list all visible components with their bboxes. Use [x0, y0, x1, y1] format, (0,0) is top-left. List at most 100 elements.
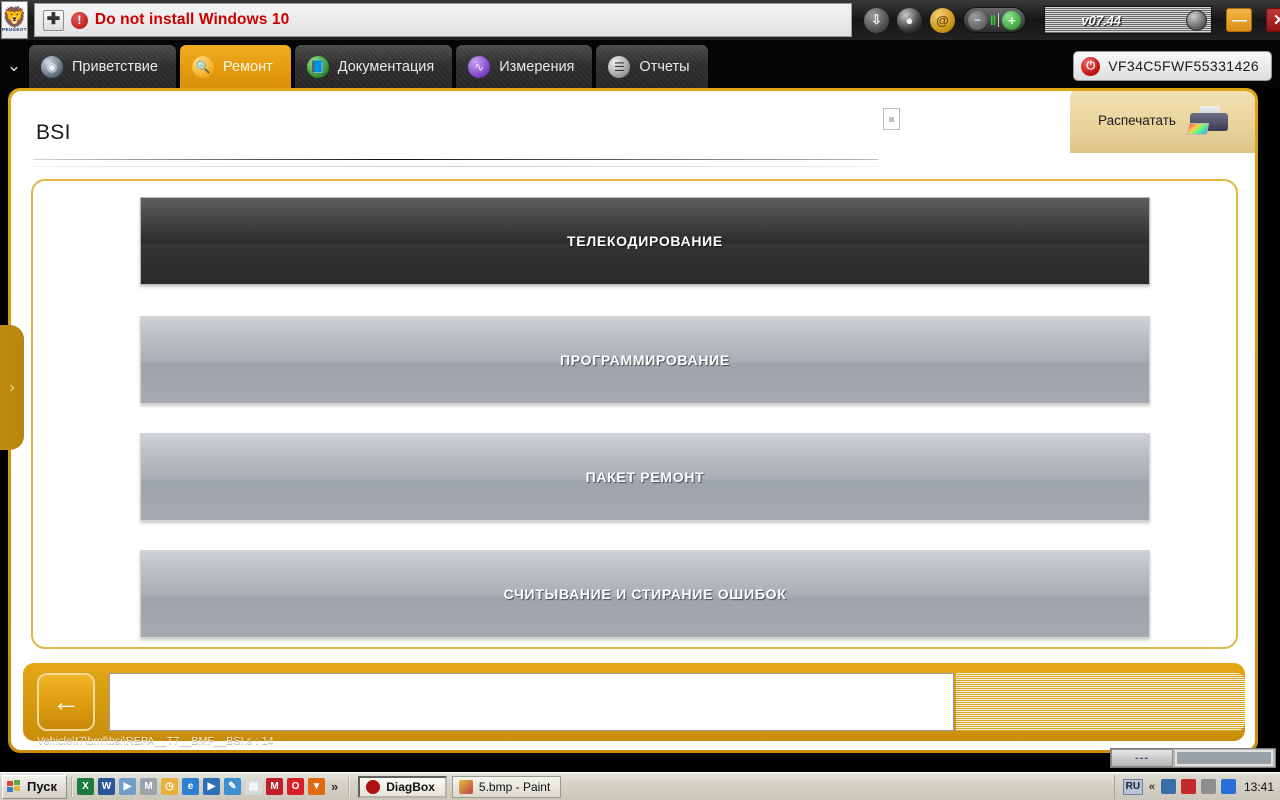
- peugeot-logo: 🦁 PEUGEOT: [1, 1, 28, 39]
- option-button-telecoding[interactable]: ТЕЛЕКОДИРОВАНИЕ: [140, 197, 1150, 285]
- status-knob-icon: [1186, 9, 1208, 31]
- option-label: ПРОГРАММИРОВАНИЕ: [560, 352, 730, 368]
- pause-icon[interactable]: ‖: [990, 13, 997, 28]
- power-icon: ⏻: [1081, 56, 1101, 76]
- mini-widget-label: ---: [1111, 749, 1173, 767]
- divider: [348, 776, 351, 797]
- opera-icon[interactable]: O: [287, 778, 304, 795]
- taskbar-item-label: 5.bmp - Paint: [478, 779, 551, 794]
- side-flyout-handle[interactable]: ›: [0, 325, 24, 450]
- minus-button[interactable]: −: [967, 10, 987, 30]
- diagbox-icon: [366, 779, 381, 794]
- square-dot-icon: [889, 116, 894, 122]
- option-button-repair-package[interactable]: ПАКЕТ РЕМОНТ: [140, 433, 1150, 521]
- taskbar-item-diagbox[interactable]: DiagBox: [358, 775, 447, 798]
- tab-label: Документация: [337, 58, 435, 75]
- compass-icon: ◉: [41, 55, 63, 78]
- player-icon[interactable]: ▶: [203, 778, 220, 795]
- warning-icon: !: [70, 11, 88, 29]
- antivirus-icon[interactable]: [1180, 779, 1196, 794]
- titlebar-icon-group: ⇩ ● @ − ‖ + v07.44 — ✕: [863, 6, 1280, 34]
- network-icon[interactable]: [1160, 779, 1176, 794]
- tab-label: Измерения: [499, 58, 575, 75]
- taskbar-item-paint[interactable]: 5.bmp - Paint: [451, 775, 562, 798]
- save-icon[interactable]: ▤: [245, 778, 262, 795]
- back-button[interactable]: ←: [37, 673, 95, 731]
- divider: [998, 13, 1000, 27]
- media-icon[interactable]: ▶: [119, 778, 136, 795]
- printer-icon: [1186, 105, 1232, 137]
- title-divider-secondary: [33, 166, 878, 167]
- option-button-read-clear-faults[interactable]: СЧИТЫВАНИЕ И СТИРАНИЕ ОШИБОК: [140, 550, 1150, 638]
- tab-label: Ремонт: [222, 58, 273, 75]
- taskbar-item-label: DiagBox: [386, 779, 435, 794]
- mini-status-widget[interactable]: ---: [1110, 748, 1276, 768]
- diagbox-application-window: 🦁 PEUGEOT ✚ ! Do not install Windows 10 …: [0, 0, 1280, 800]
- editor-icon[interactable]: ✎: [224, 778, 241, 795]
- waveform-icon: ∿: [468, 55, 491, 78]
- vin-indicator[interactable]: ⏻ VF34C5FWF55331426: [1073, 51, 1272, 81]
- start-button[interactable]: Пуск: [2, 774, 67, 799]
- print-button[interactable]: Распечатать: [1070, 91, 1255, 153]
- notice-bar: ✚ ! Do not install Windows 10: [33, 3, 852, 37]
- word-icon[interactable]: W: [98, 778, 115, 795]
- mini-widget-bar: [1175, 750, 1273, 766]
- options-card: ТЕЛЕКОДИРОВАНИЕ ПРОГРАММИРОВАНИЕ ПАКЕТ Р…: [31, 179, 1238, 649]
- tab-welcome[interactable]: ◉ Приветствие: [28, 44, 177, 88]
- tray-icon-group: [1160, 779, 1236, 794]
- brand-word: PEUGEOT: [2, 26, 27, 32]
- help-square-button[interactable]: [883, 108, 900, 130]
- striped-panel: [955, 673, 1245, 731]
- battery-icon[interactable]: [1220, 779, 1236, 794]
- main-tab-bar: ⌄ ◉ Приветствие 🔍 Ремонт 📘 Документация …: [0, 40, 1280, 88]
- content-frame: Распечатать BSI ТЕЛЕКОДИРОВАНИЕ ПРОГРАММ…: [8, 88, 1258, 753]
- mplayer-icon[interactable]: M: [266, 778, 283, 795]
- start-label: Пуск: [27, 779, 57, 794]
- tab-label: Отчеты: [639, 58, 690, 75]
- title-divider: [33, 159, 878, 160]
- version-indicator: v07.44: [1044, 6, 1213, 34]
- option-label: ТЕЛЕКОДИРОВАНИЕ: [567, 233, 723, 249]
- tab-measurements[interactable]: ∿ Измерения: [455, 44, 594, 88]
- message-input[interactable]: [108, 673, 954, 731]
- tray-expand-icon[interactable]: «: [1149, 781, 1155, 793]
- at-icon[interactable]: @: [929, 7, 955, 33]
- option-label: СЧИТЫВАНИЕ И СТИРАНИЕ ОШИБОК: [503, 586, 787, 602]
- add-icon[interactable]: ✚: [42, 9, 64, 31]
- tray-clock[interactable]: 13:41: [1244, 780, 1274, 794]
- vin-label: VF34C5FWF55331426: [1108, 58, 1259, 74]
- chevron-down-icon[interactable]: ⌄: [0, 44, 28, 88]
- person-icon[interactable]: ●: [896, 7, 922, 33]
- tab-label: Приветствие: [72, 58, 158, 75]
- lion-icon: 🦁: [2, 6, 27, 29]
- option-label: ПАКЕТ РЕМОНТ: [585, 469, 705, 485]
- language-indicator[interactable]: RU: [1122, 778, 1143, 795]
- download-icon[interactable]: ▼: [308, 778, 325, 795]
- download-icon[interactable]: ⇩: [863, 7, 889, 33]
- content-panel: Распечатать BSI ТЕЛЕКОДИРОВАНИЕ ПРОГРАММ…: [11, 91, 1255, 750]
- divider: [71, 776, 73, 797]
- quick-launch-more-icon[interactable]: »: [331, 779, 338, 794]
- system-tray: RU « 13:41: [1113, 774, 1280, 799]
- paint-icon: [458, 779, 473, 794]
- tab-reports[interactable]: ☰ Отчеты: [595, 44, 709, 88]
- clock-icon[interactable]: ◷: [161, 778, 178, 795]
- book-icon: 📘: [306, 55, 329, 78]
- status-path-label: Vehicle\t7\bmf\bsi\REPA__T7__BMF__BSI.s …: [37, 735, 274, 747]
- transport-controls: − ‖ +: [962, 7, 1027, 33]
- plus-button[interactable]: +: [1002, 10, 1022, 30]
- windows-flag-icon: [7, 780, 22, 793]
- page-title: BSI: [36, 121, 71, 144]
- option-button-programming[interactable]: ПРОГРАММИРОВАНИЕ: [140, 316, 1150, 404]
- ie-icon[interactable]: e: [182, 778, 199, 795]
- excel-icon[interactable]: X: [77, 778, 94, 795]
- minimize-button[interactable]: —: [1226, 8, 1253, 32]
- tab-documentation[interactable]: 📘 Документация: [293, 44, 454, 88]
- taskbar-window-list: DiagBox 5.bmp - Paint: [358, 775, 562, 798]
- tab-repair[interactable]: 🔍 Ремонт: [178, 44, 292, 88]
- title-bar: 🦁 PEUGEOT ✚ ! Do not install Windows 10 …: [0, 0, 1280, 40]
- quick-launch-bar: X W ▶ M ◷ e ▶ ✎ ▤ M O ▼: [77, 778, 325, 795]
- shield-icon[interactable]: M: [140, 778, 157, 795]
- volume-icon[interactable]: [1200, 779, 1216, 794]
- close-button[interactable]: ✕: [1266, 8, 1280, 32]
